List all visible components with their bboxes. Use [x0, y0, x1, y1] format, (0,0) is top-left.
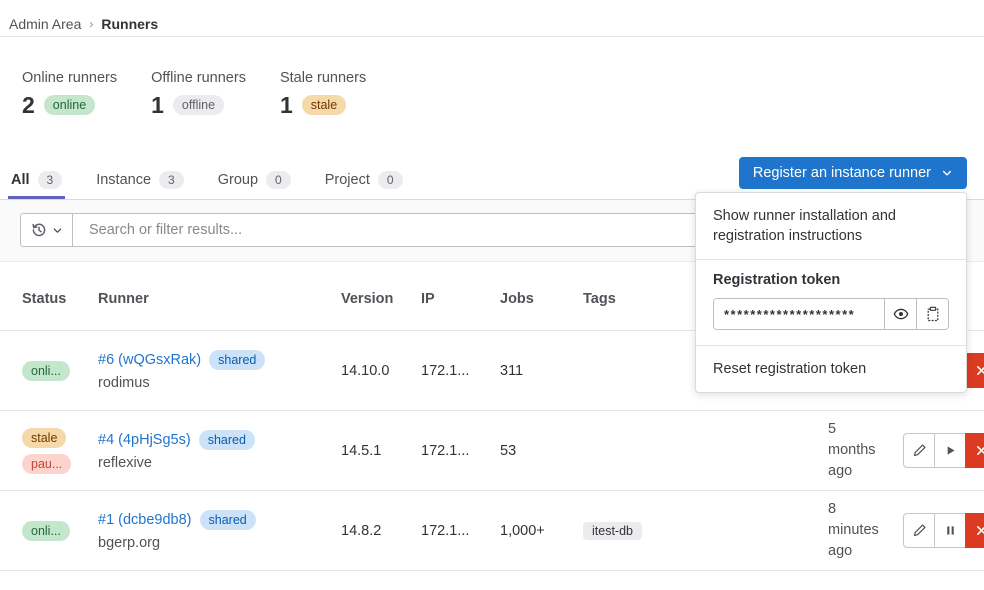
runner-version: 14.10.0 [341, 363, 421, 379]
runner-jobs: 1,000+ [500, 523, 583, 539]
runner-ip: 172.1... [421, 523, 500, 539]
last-contact: minutes [828, 520, 903, 541]
runner-stats: Online runners 2 online Offline runners … [0, 37, 984, 117]
breadcrumb-separator-icon: › [89, 17, 93, 31]
last-contact: months [828, 440, 903, 461]
tab-all[interactable]: All 3 [8, 163, 65, 199]
registration-token-section: Registration token [696, 260, 966, 345]
runner-version: 14.8.2 [341, 523, 421, 539]
clipboard-icon [925, 306, 941, 322]
last-contact: 5 [828, 419, 903, 440]
runner-jobs: 311 [500, 363, 583, 379]
close-icon [975, 524, 984, 537]
tab-label: Instance [96, 172, 151, 188]
col-header-version: Version [341, 291, 421, 307]
close-icon [975, 444, 984, 457]
shared-badge: shared [209, 350, 265, 370]
reveal-token-button[interactable] [884, 299, 916, 329]
runner-version: 14.5.1 [341, 443, 421, 459]
table-row: stale pau... #4 (4pHjSg5s) shared reflex… [0, 411, 984, 491]
stat-online-runners: Online runners 2 online [22, 70, 117, 117]
stat-count: 2 [22, 93, 35, 117]
edit-runner-button[interactable] [903, 513, 935, 548]
stat-label: Online runners [22, 70, 117, 86]
delete-runner-button[interactable] [965, 513, 984, 548]
runner-link[interactable]: #4 (4pHjSg5s) [98, 432, 191, 448]
runner-status-badge: stale [22, 428, 66, 448]
last-contact: ago [828, 461, 903, 482]
runner-status-badge: pau... [22, 454, 71, 474]
close-icon [975, 364, 984, 377]
runner-tag-badge: itest-db [583, 522, 642, 540]
col-header-jobs: Jobs [500, 291, 583, 307]
registration-token-input[interactable] [714, 299, 884, 329]
dropdown-item-reset-token[interactable]: Reset registration token [696, 346, 966, 392]
pause-runner-button[interactable] [934, 513, 966, 548]
last-contact: 8 [828, 499, 903, 520]
runner-link[interactable]: #6 (wQGsxRak) [98, 352, 201, 368]
chevron-down-icon [52, 225, 63, 236]
tab-project[interactable]: Project 0 [322, 163, 406, 199]
runner-ip: 172.1... [421, 443, 500, 459]
edit-runner-button[interactable] [903, 433, 935, 468]
registration-token-group [713, 298, 949, 330]
stat-label: Stale runners [280, 70, 366, 86]
chevron-down-icon [941, 167, 953, 179]
search-history-button[interactable] [21, 214, 73, 246]
dropdown-item-show-instructions[interactable]: Show runner installation and registratio… [696, 193, 966, 259]
runner-name: bgerp.org [98, 535, 341, 551]
eye-icon [893, 306, 909, 322]
play-icon [944, 444, 957, 457]
resume-runner-button[interactable] [934, 433, 966, 468]
tab-count-badge: 3 [38, 171, 63, 189]
last-contact: ago [828, 541, 903, 562]
tab-instance[interactable]: Instance 3 [93, 163, 187, 199]
tab-group[interactable]: Group 0 [215, 163, 294, 199]
shared-badge: shared [199, 430, 255, 450]
runner-link[interactable]: #1 (dcbe9db8) [98, 512, 192, 528]
register-instance-runner-button[interactable]: Register an instance runner [739, 157, 967, 189]
stat-stale-runners: Stale runners 1 stale [280, 70, 366, 117]
breadcrumb-runners: Runners [101, 16, 158, 32]
runner-name: rodimus [98, 375, 341, 391]
stat-offline-runners: Offline runners 1 offline [151, 70, 246, 117]
tab-count-badge: 0 [266, 171, 291, 189]
tab-count-badge: 0 [378, 171, 403, 189]
tab-label: Project [325, 172, 370, 188]
tab-count-badge: 3 [159, 171, 184, 189]
runner-ip: 172.1... [421, 363, 500, 379]
history-icon [31, 222, 47, 238]
pause-icon [944, 524, 957, 537]
status-badge-online: online [44, 95, 95, 115]
col-header-runner: Runner [98, 291, 341, 307]
stat-count: 1 [151, 93, 164, 117]
stat-count: 1 [280, 93, 293, 117]
breadcrumb-admin-area[interactable]: Admin Area [9, 16, 81, 32]
runner-status-badge: onli... [22, 361, 70, 381]
register-runner-dropdown: Show runner installation and registratio… [695, 192, 967, 393]
register-button-label: Register an instance runner [753, 165, 931, 181]
breadcrumb: Admin Area › Runners [0, 0, 984, 37]
shared-badge: shared [200, 510, 256, 530]
pencil-icon [912, 443, 927, 458]
admin-runners-page: Admin Area › Runners Online runners 2 on… [0, 0, 984, 590]
status-badge-stale: stale [302, 95, 346, 115]
runner-status-badge: onli... [22, 521, 70, 541]
tab-label: Group [218, 172, 258, 188]
status-badge-offline: offline [173, 95, 224, 115]
tab-label: All [11, 172, 30, 188]
stat-label: Offline runners [151, 70, 246, 86]
table-row: onli... #1 (dcbe9db8) shared bgerp.org 1… [0, 491, 984, 571]
runner-name: reflexive [98, 455, 341, 471]
col-header-status: Status [22, 291, 98, 307]
delete-runner-button[interactable] [965, 353, 984, 388]
runner-jobs: 53 [500, 443, 583, 459]
col-header-ip: IP [421, 291, 500, 307]
pencil-icon [912, 523, 927, 538]
delete-runner-button[interactable] [965, 433, 984, 468]
copy-token-button[interactable] [916, 299, 948, 329]
registration-token-label: Registration token [713, 272, 949, 288]
